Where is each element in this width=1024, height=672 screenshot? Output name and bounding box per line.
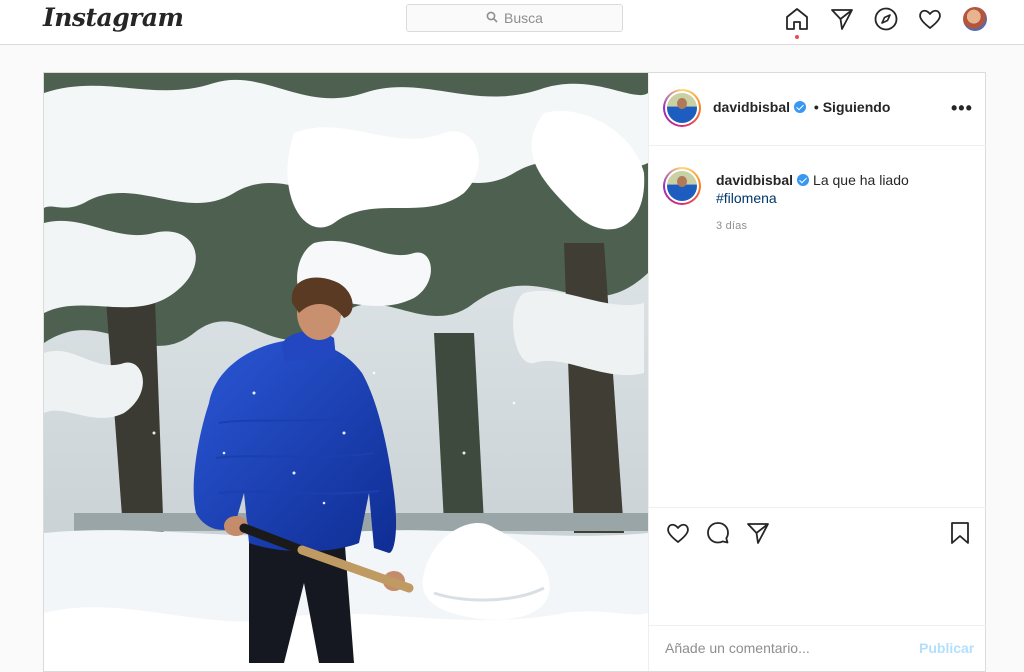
- caption-author-avatar[interactable]: [663, 167, 701, 205]
- top-navigation-bar: Instagram Busca: [0, 0, 1024, 45]
- follow-status-button[interactable]: • Siguiendo: [814, 99, 890, 115]
- caption-verified-badge-icon: [797, 174, 810, 186]
- caption-hashtag-link[interactable]: #filomena: [716, 190, 777, 206]
- search-input[interactable]: Busca: [406, 4, 623, 32]
- post-card: davidbisbal • Siguiendo ••• davidbisbal L…: [43, 72, 986, 672]
- instagram-logo[interactable]: Instagram: [43, 3, 184, 32]
- author-username[interactable]: davidbisbal: [713, 99, 790, 115]
- post-header: davidbisbal • Siguiendo •••: [649, 73, 986, 146]
- search-icon: [486, 10, 498, 26]
- like-heart-icon[interactable]: [665, 520, 691, 546]
- profile-avatar[interactable]: [963, 7, 987, 31]
- share-direct-icon[interactable]: [745, 520, 771, 546]
- more-options-icon[interactable]: •••: [951, 99, 973, 117]
- comment-input[interactable]: Añade un comentario...: [665, 640, 810, 656]
- caption-text: La que ha liado: [813, 172, 909, 188]
- author-line: davidbisbal • Siguiendo: [713, 99, 890, 115]
- save-bookmark-icon[interactable]: [947, 520, 973, 546]
- post-caption: davidbisbal La que ha liado #filomena: [716, 171, 966, 207]
- verified-badge-icon: [794, 101, 807, 113]
- activity-heart-icon[interactable]: [917, 6, 943, 32]
- snow-scene-illustration: [44, 73, 648, 663]
- comment-form: Añade un comentario... Publicar: [649, 625, 986, 672]
- post-image[interactable]: [44, 73, 648, 663]
- notification-dot: [795, 35, 799, 39]
- explore-compass-icon[interactable]: [873, 6, 899, 32]
- home-icon[interactable]: [784, 6, 810, 32]
- caption-username[interactable]: davidbisbal: [716, 172, 793, 188]
- post-timestamp[interactable]: 3 días: [716, 220, 747, 232]
- post-details-panel: davidbisbal • Siguiendo ••• davidbisbal L…: [648, 73, 986, 671]
- search-placeholder: Busca: [504, 10, 543, 26]
- comment-bubble-icon[interactable]: [705, 520, 731, 546]
- publish-comment-button[interactable]: Publicar: [919, 640, 974, 656]
- direct-message-icon[interactable]: [829, 6, 855, 32]
- author-avatar[interactable]: [663, 89, 701, 127]
- post-actions: [649, 507, 986, 626]
